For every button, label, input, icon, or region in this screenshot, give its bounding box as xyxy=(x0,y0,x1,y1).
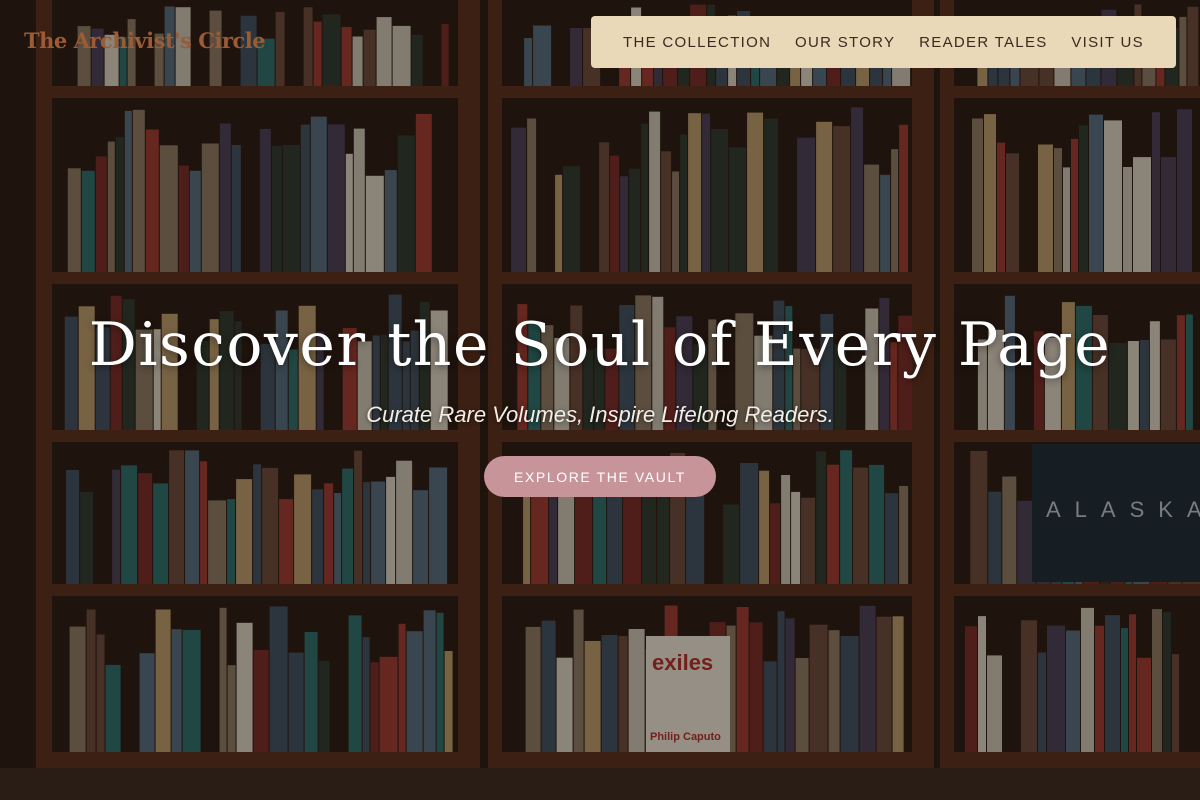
background-overlay xyxy=(0,0,1200,800)
explore-vault-button[interactable]: EXPLORE THE VAULT xyxy=(484,456,716,497)
nav-link-reader-tales[interactable]: READER TALES xyxy=(919,34,1047,51)
hero-title: Discover the Soul of Every Page xyxy=(88,310,1112,380)
hero-subtitle: Curate Rare Volumes, Inspire Lifelong Re… xyxy=(366,402,834,427)
nav-link-our-story[interactable]: OUR STORY xyxy=(795,34,895,51)
site-logo[interactable]: The Archivist's Circle xyxy=(24,28,266,53)
nav-link-collection[interactable]: THE COLLECTION xyxy=(623,34,771,51)
main-nav: THE COLLECTION OUR STORY READER TALES VI… xyxy=(591,16,1176,68)
nav-link-visit-us[interactable]: VISIT US xyxy=(1071,34,1144,51)
